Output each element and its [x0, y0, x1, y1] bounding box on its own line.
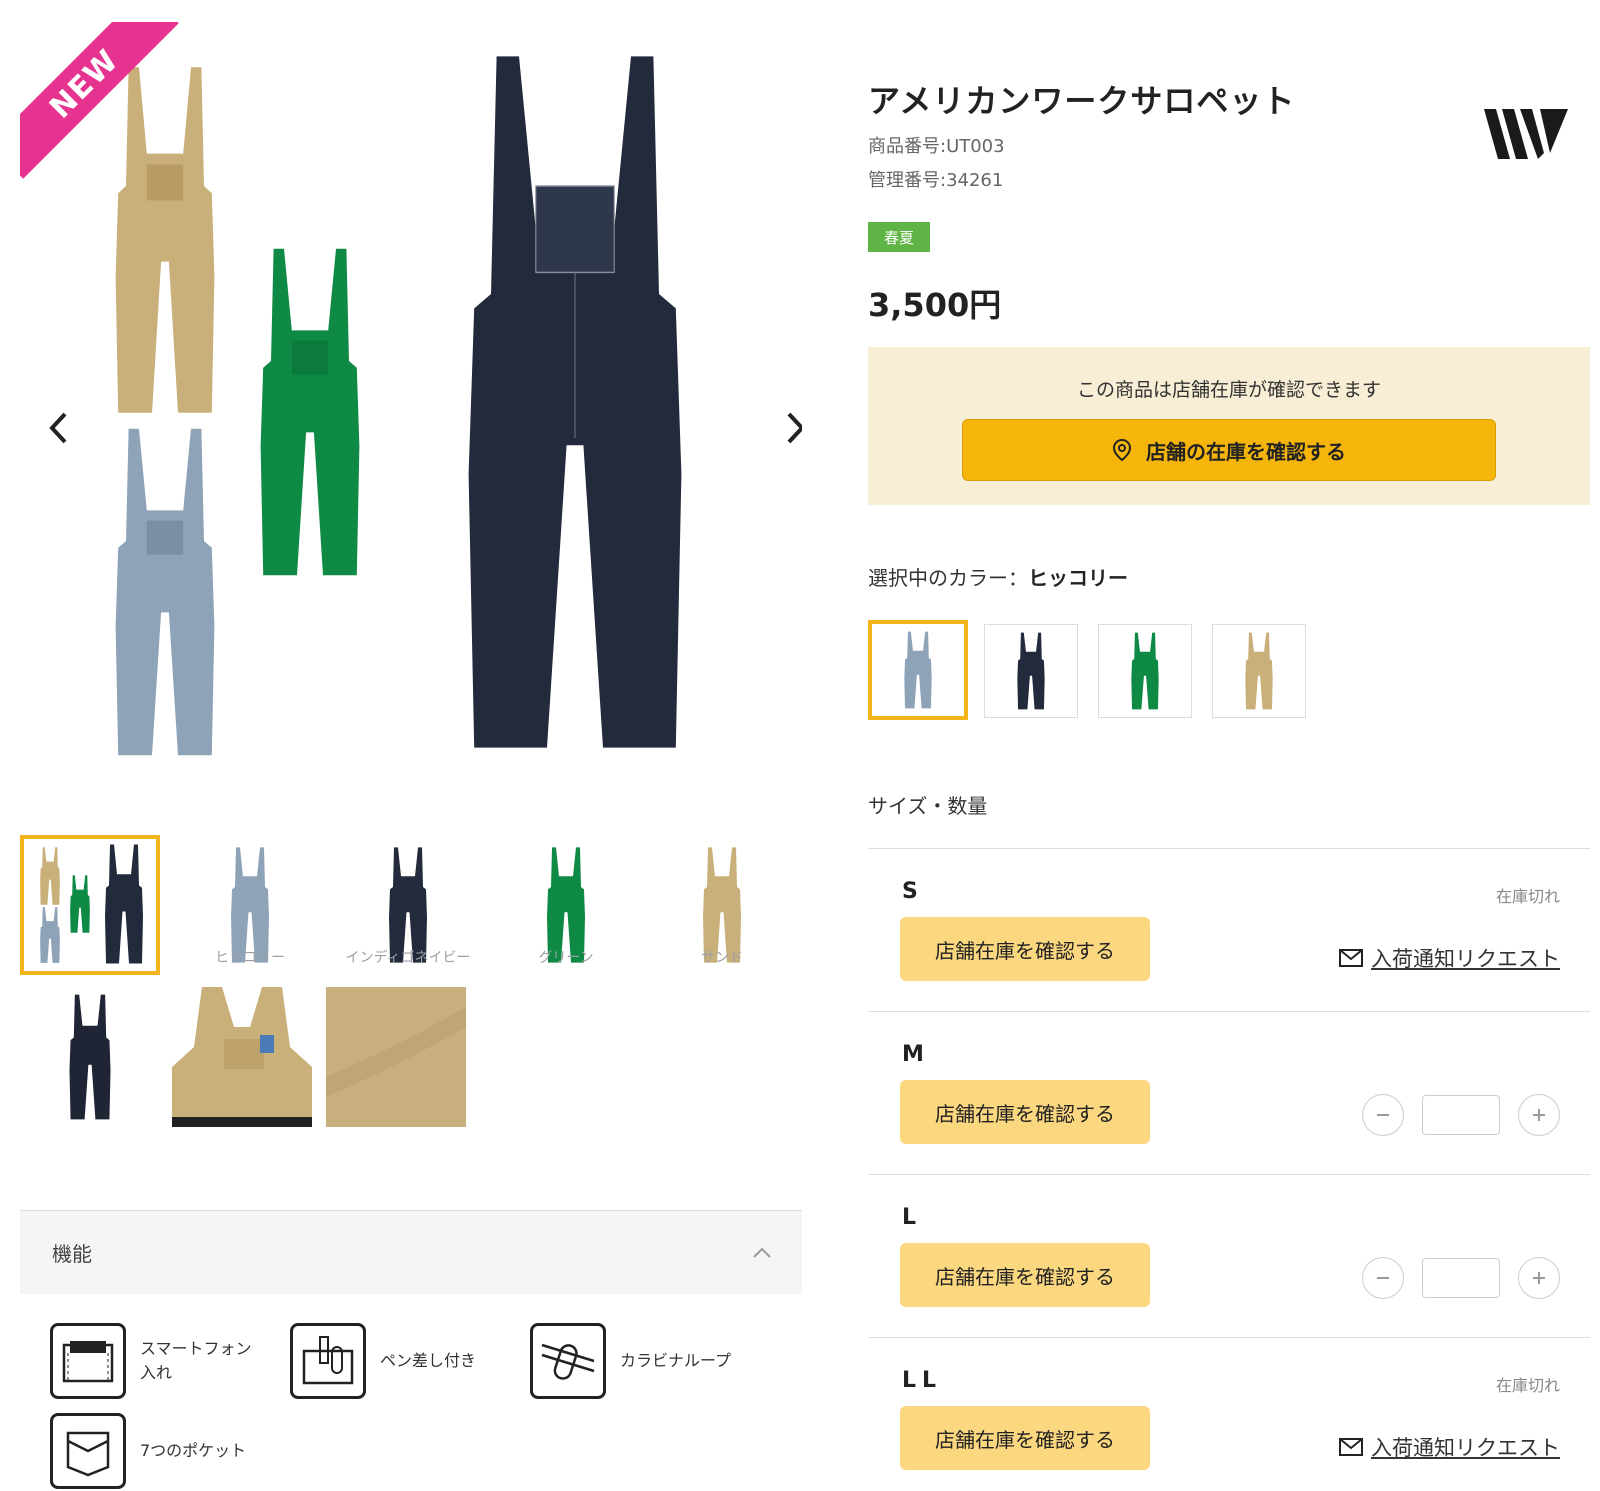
color-swatch-sand[interactable]	[1212, 624, 1306, 718]
plus-icon	[1533, 1109, 1545, 1121]
thumb-pocket-detail-image	[172, 987, 312, 1127]
feature-item: 7つのポケット	[50, 1413, 260, 1489]
size-name: M	[902, 1042, 930, 1067]
thumbnail-hickory[interactable]: ヒッコリー	[180, 835, 320, 975]
swatch-green-image	[1127, 631, 1163, 711]
thumbnail-indigo-navy[interactable]: インディゴネイビー	[338, 835, 478, 975]
color-swatch-indigo-navy[interactable]	[984, 624, 1078, 718]
overall-navy-image	[435, 42, 715, 762]
feature-item: スマートフォン入れ	[50, 1323, 260, 1399]
thumbnail-caption: グリーン	[538, 950, 594, 966]
store-stock-message: この商品は店舗在庫が確認できます	[1076, 379, 1381, 401]
size-quantity-heading: サイズ・数量	[868, 794, 988, 818]
new-badge: NEW	[20, 22, 180, 182]
minus-icon	[1377, 1114, 1389, 1116]
mail-icon	[1339, 1438, 1363, 1456]
feature-label: ペン差し付き	[380, 1351, 477, 1370]
plus-icon	[1533, 1272, 1545, 1284]
store-stock-box: この商品は店舗在庫が確認できます 店舗の在庫を確認する	[868, 347, 1590, 505]
check-store-stock-size-button[interactable]: 店舗在庫を確認する	[900, 1243, 1150, 1307]
size-row-m: M 店舗在庫を確認する	[868, 1011, 1590, 1174]
quantity-input[interactable]	[1422, 1258, 1500, 1298]
size-row-ll: LL 店舗在庫を確認する 在庫切れ 入荷通知リクエスト	[868, 1337, 1590, 1491]
restock-notify-label: 入荷通知リクエスト	[1371, 1436, 1560, 1460]
quantity-input[interactable]	[1422, 1095, 1500, 1135]
thumbnail-caption: サンド	[701, 950, 743, 966]
minus-icon	[1377, 1277, 1389, 1279]
thumbnail-caption: インディゴネイビー	[345, 950, 471, 966]
swatch-navy-image	[1013, 631, 1049, 711]
prev-image-button[interactable]	[38, 408, 78, 448]
check-store-stock-label: 店舗の在庫を確認する	[1146, 439, 1346, 464]
decrement-button[interactable]	[1362, 1094, 1404, 1136]
feature-label: カラビナループ	[620, 1351, 732, 1370]
feature-item: カラビナループ	[530, 1323, 740, 1399]
sold-out-label: 在庫切れ	[1495, 1376, 1560, 1395]
size-name: S	[902, 879, 924, 904]
swatch-sand-image	[1241, 631, 1277, 711]
increment-button[interactable]	[1518, 1094, 1560, 1136]
quantity-stepper	[1362, 1094, 1560, 1136]
size-name: L	[902, 1205, 923, 1230]
check-store-stock-button[interactable]: 店舗の在庫を確認する	[962, 419, 1496, 481]
size-name: LL	[902, 1368, 943, 1393]
thumb-navy-front-image	[63, 992, 117, 1122]
management-number: 管理番号:34261	[868, 170, 1004, 191]
overall-hickory-image	[100, 422, 230, 762]
feature-label: スマートフォン入れ	[140, 1339, 252, 1382]
check-store-stock-size-button[interactable]: 店舗在庫を確認する	[900, 1406, 1150, 1470]
features-title: 機能	[52, 1242, 92, 1266]
product-price: 3,500円	[868, 286, 1002, 324]
selected-color-prefix: 選択中のカラー：	[868, 566, 1028, 590]
next-image-button[interactable]	[776, 408, 802, 448]
brand-logo-icon	[1484, 109, 1568, 159]
thumbnail-sand[interactable]: サンド	[652, 835, 792, 975]
chevron-up-icon	[753, 1247, 771, 1258]
map-pin-icon	[1112, 438, 1132, 462]
thumbnail-caption: ヒッコリー	[215, 950, 285, 966]
color-swatch-green[interactable]	[1098, 624, 1192, 718]
sold-out-label: 在庫切れ	[1495, 887, 1560, 906]
smartphone-pocket-icon	[50, 1323, 126, 1399]
main-product-image: NEW	[20, 22, 802, 792]
feature-item: ペン差し付き	[290, 1323, 500, 1399]
pen-holder-icon	[290, 1323, 366, 1399]
size-row-s: S 店舗在庫を確認する 在庫切れ 入荷通知リクエスト	[868, 848, 1590, 1011]
feature-label: 7つのポケット	[140, 1441, 247, 1460]
thumbnail-fabric[interactable]	[326, 987, 466, 1127]
restock-notify-link[interactable]: 入荷通知リクエスト	[1339, 1432, 1560, 1462]
thumbnail-navy-front[interactable]	[20, 987, 160, 1127]
check-store-stock-size-button[interactable]: 店舗在庫を確認する	[900, 1080, 1150, 1144]
quantity-stepper	[1362, 1257, 1560, 1299]
thumbnail-pocket-detail[interactable]	[172, 987, 312, 1127]
mail-icon	[1339, 949, 1363, 967]
product-title: アメリカンワークサロペット	[868, 82, 1296, 120]
thumb-fabric-image	[326, 987, 466, 1127]
pocket-icon	[50, 1413, 126, 1489]
chevron-right-icon	[787, 412, 802, 444]
selected-color-label: 選択中のカラー：ヒッコリー	[868, 562, 1128, 591]
thumbnail-green[interactable]: グリーン	[496, 835, 636, 975]
restock-notify-link[interactable]: 入荷通知リクエスト	[1339, 943, 1560, 973]
thumbnail-all-colors[interactable]	[20, 835, 160, 975]
product-number: 商品番号:UT003	[868, 136, 1005, 157]
increment-button[interactable]	[1518, 1257, 1560, 1299]
size-row-l: L 店舗在庫を確認する	[868, 1174, 1590, 1337]
overall-green-image	[245, 242, 375, 582]
decrement-button[interactable]	[1362, 1257, 1404, 1299]
swatch-hickory-image	[900, 630, 936, 710]
restock-notify-label: 入荷通知リクエスト	[1371, 947, 1560, 971]
selected-color-value: ヒッコリー	[1028, 566, 1128, 590]
thumb-all-colors-image	[25, 840, 155, 970]
carabiner-loop-icon	[530, 1323, 606, 1399]
chevron-left-icon	[49, 412, 67, 444]
features-accordion-header[interactable]: 機能	[20, 1210, 802, 1294]
color-swatch-hickory[interactable]	[868, 620, 968, 720]
check-store-stock-size-button[interactable]: 店舗在庫を確認する	[900, 917, 1150, 981]
season-badge: 春夏	[868, 222, 930, 252]
